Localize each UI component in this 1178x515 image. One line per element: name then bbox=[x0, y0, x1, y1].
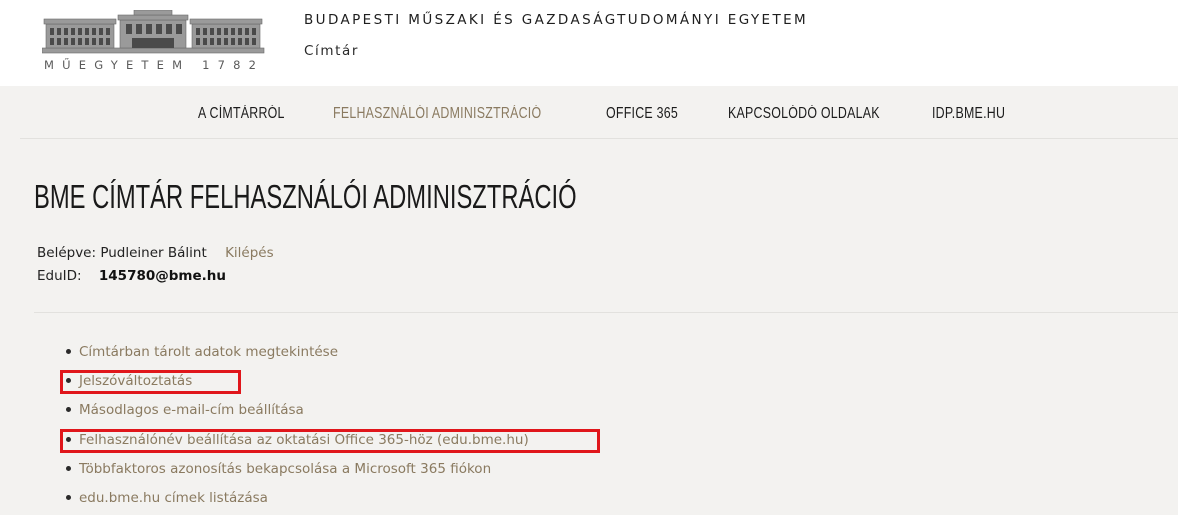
page-area: A CÍMTÁRRÓL FELHASZNÁLÓI ADMINISZTRÁCIÓ … bbox=[0, 86, 1178, 515]
bullet-icon bbox=[66, 377, 71, 383]
list-edu-addresses-link[interactable]: edu.bme.hu címek listázása bbox=[79, 490, 268, 506]
view-directory-data-link[interactable]: Címtárban tárolt adatok megtekintése bbox=[79, 344, 338, 360]
nav-item-kapcsolodo-oldalak[interactable]: KAPCSOLÓDÓ OLDALAK bbox=[728, 105, 880, 123]
list-item: Felhasználónév beállítása az oktatási Of… bbox=[66, 431, 529, 449]
mfa-enable-link[interactable]: Többfaktoros azonosítás bekapcsolása a M… bbox=[79, 461, 491, 477]
list-item: Címtárban tárolt adatok megtekintése bbox=[66, 343, 338, 361]
bullet-icon bbox=[66, 436, 71, 442]
nav-item-idp-bme-hu[interactable]: IDP.BME.HU bbox=[932, 105, 1005, 123]
nav-item-office-365[interactable]: OFFICE 365 bbox=[606, 105, 678, 123]
nav-item-felhasznaloi-adminisztracio[interactable]: FELHASZNÁLÓI ADMINISZTRÁCIÓ bbox=[333, 105, 541, 123]
bullet-icon bbox=[66, 406, 71, 412]
bullet-icon bbox=[66, 348, 71, 354]
office365-username-link[interactable]: Felhasználónév beállítása az oktatási Of… bbox=[79, 432, 529, 448]
university-name: BUDAPESTI MŰSZAKI ÉS GAZDASÁGTUDOMÁNYI E… bbox=[304, 12, 809, 28]
university-logo[interactable]: MŰEGYETEM 1782 bbox=[42, 10, 266, 76]
list-item: Jelszóváltoztatás bbox=[66, 372, 192, 390]
logout-link[interactable]: Kilépés bbox=[225, 245, 274, 261]
list-item: Másodlagos e-mail-cím beállítása bbox=[66, 401, 304, 419]
login-status: Belépve: Pudleiner Bálint Kilépés bbox=[37, 244, 274, 262]
eduid-row: EduID: 145780@bme.hu bbox=[37, 267, 226, 285]
list-item: edu.bme.hu címek listázása bbox=[66, 489, 268, 507]
nav-item-a-cimtarrol[interactable]: A CÍMTÁRRÓL bbox=[198, 105, 285, 123]
content-divider bbox=[34, 312, 1178, 313]
eduid-label: EduID: bbox=[37, 268, 82, 284]
secondary-email-link[interactable]: Másodlagos e-mail-cím beállítása bbox=[79, 402, 304, 418]
bullet-icon bbox=[66, 494, 71, 500]
list-item: Többfaktoros azonosítás bekapcsolása a M… bbox=[66, 460, 491, 478]
change-password-link[interactable]: Jelszóváltoztatás bbox=[79, 373, 192, 389]
login-label: Belépve: bbox=[37, 245, 97, 261]
main-content: BME CÍMTÁR FELHASZNÁLÓI ADMINISZTRÁCIÓ B… bbox=[0, 138, 1178, 515]
site-header: MŰEGYETEM 1782 BUDAPESTI MŰSZAKI ÉS GAZD… bbox=[0, 0, 1178, 86]
building-logo-icon bbox=[42, 10, 265, 54]
site-subtitle: Címtár bbox=[304, 43, 360, 59]
user-name: Pudleiner Bálint bbox=[100, 245, 207, 261]
main-nav: A CÍMTÁRRÓL FELHASZNÁLÓI ADMINISZTRÁCIÓ … bbox=[20, 86, 1178, 139]
eduid-value: 145780@bme.hu bbox=[98, 268, 226, 284]
page-title: BME CÍMTÁR FELHASZNÁLÓI ADMINISZTRÁCIÓ bbox=[34, 178, 577, 215]
bullet-icon bbox=[66, 465, 71, 471]
logo-text: MŰEGYETEM 1782 bbox=[44, 58, 265, 72]
